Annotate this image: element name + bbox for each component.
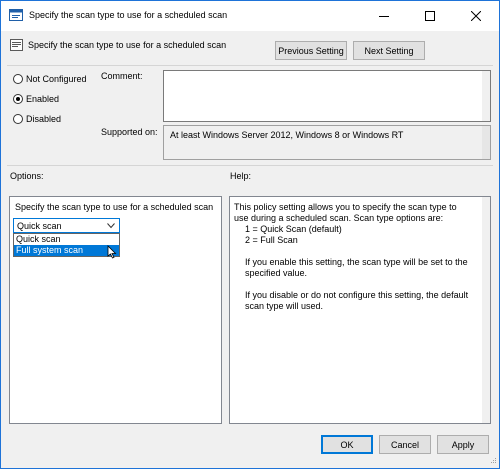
supported-on-value: At least Windows Server 2012, Windows 8 … [170, 130, 404, 140]
cancel-button[interactable]: Cancel [379, 435, 431, 454]
middle-separator [7, 165, 493, 166]
help-option-2: 2 = Full Scan [245, 235, 298, 245]
previous-setting-button[interactable]: Previous Setting [275, 41, 347, 60]
not-configured-label: Not Configured [26, 74, 87, 84]
minimize-button[interactable] [361, 1, 407, 31]
maximize-icon [425, 11, 435, 21]
close-icon [471, 11, 481, 21]
comment-label: Comment: [101, 71, 143, 81]
setting-icon [10, 39, 23, 51]
not-configured-radio[interactable] [13, 74, 23, 84]
supported-on-box: At least Windows Server 2012, Windows 8 … [163, 125, 491, 160]
help-paragraph-enable: If you enable this setting, the scan typ… [245, 257, 468, 278]
help-paragraph-intro: This policy setting allows you to specif… [234, 202, 457, 223]
help-option-1: 1 = Quick Scan (default) [245, 224, 342, 234]
scan-type-dropdown[interactable]: Quick scan [13, 218, 120, 233]
comment-textarea[interactable] [163, 70, 491, 122]
apply-button[interactable]: Apply [437, 435, 489, 454]
supported-on-label: Supported on: [101, 127, 158, 137]
title-bar[interactable]: Specify the scan type to use for a sched… [1, 1, 499, 31]
window-title: Specify the scan type to use for a sched… [29, 10, 228, 20]
help-scrollbar[interactable] [482, 197, 490, 423]
help-paragraph-disable: If you disable or do not configure this … [245, 290, 469, 311]
help-panel: This policy setting allows you to specif… [229, 196, 491, 424]
option-quick-scan[interactable]: Quick scan [14, 234, 119, 245]
scan-type-options-list: Quick scan Full system scan [13, 233, 120, 257]
resize-grip-icon[interactable] [487, 456, 497, 466]
supported-scrollbar[interactable] [482, 126, 490, 159]
scan-type-selected-value: Quick scan [17, 221, 62, 231]
maximize-button[interactable] [407, 1, 453, 31]
setting-name: Specify the scan type to use for a sched… [28, 40, 227, 50]
options-panel: Specify the scan type to use for a sched… [9, 196, 222, 424]
enabled-radio[interactable] [13, 94, 23, 104]
next-setting-button[interactable]: Next Setting [353, 41, 425, 60]
disabled-radio[interactable] [13, 114, 23, 124]
policy-dialog: Specify the scan type to use for a sched… [0, 0, 500, 469]
close-button[interactable] [453, 1, 499, 31]
comment-scrollbar[interactable] [482, 71, 490, 121]
help-header: Help: [230, 171, 252, 181]
minimize-icon [379, 16, 389, 17]
scan-type-field-label: Specify the scan type to use for a sched… [15, 202, 214, 212]
policy-setting-icon [9, 9, 23, 21]
chevron-down-icon [107, 223, 115, 229]
mouse-cursor-icon [107, 245, 117, 259]
ok-button[interactable]: OK [321, 435, 373, 454]
enabled-label: Enabled [26, 94, 60, 104]
option-full-system-scan[interactable]: Full system scan [14, 245, 119, 256]
options-header: Options: [10, 171, 44, 181]
header-separator [7, 65, 493, 66]
disabled-label: Disabled [26, 114, 62, 124]
